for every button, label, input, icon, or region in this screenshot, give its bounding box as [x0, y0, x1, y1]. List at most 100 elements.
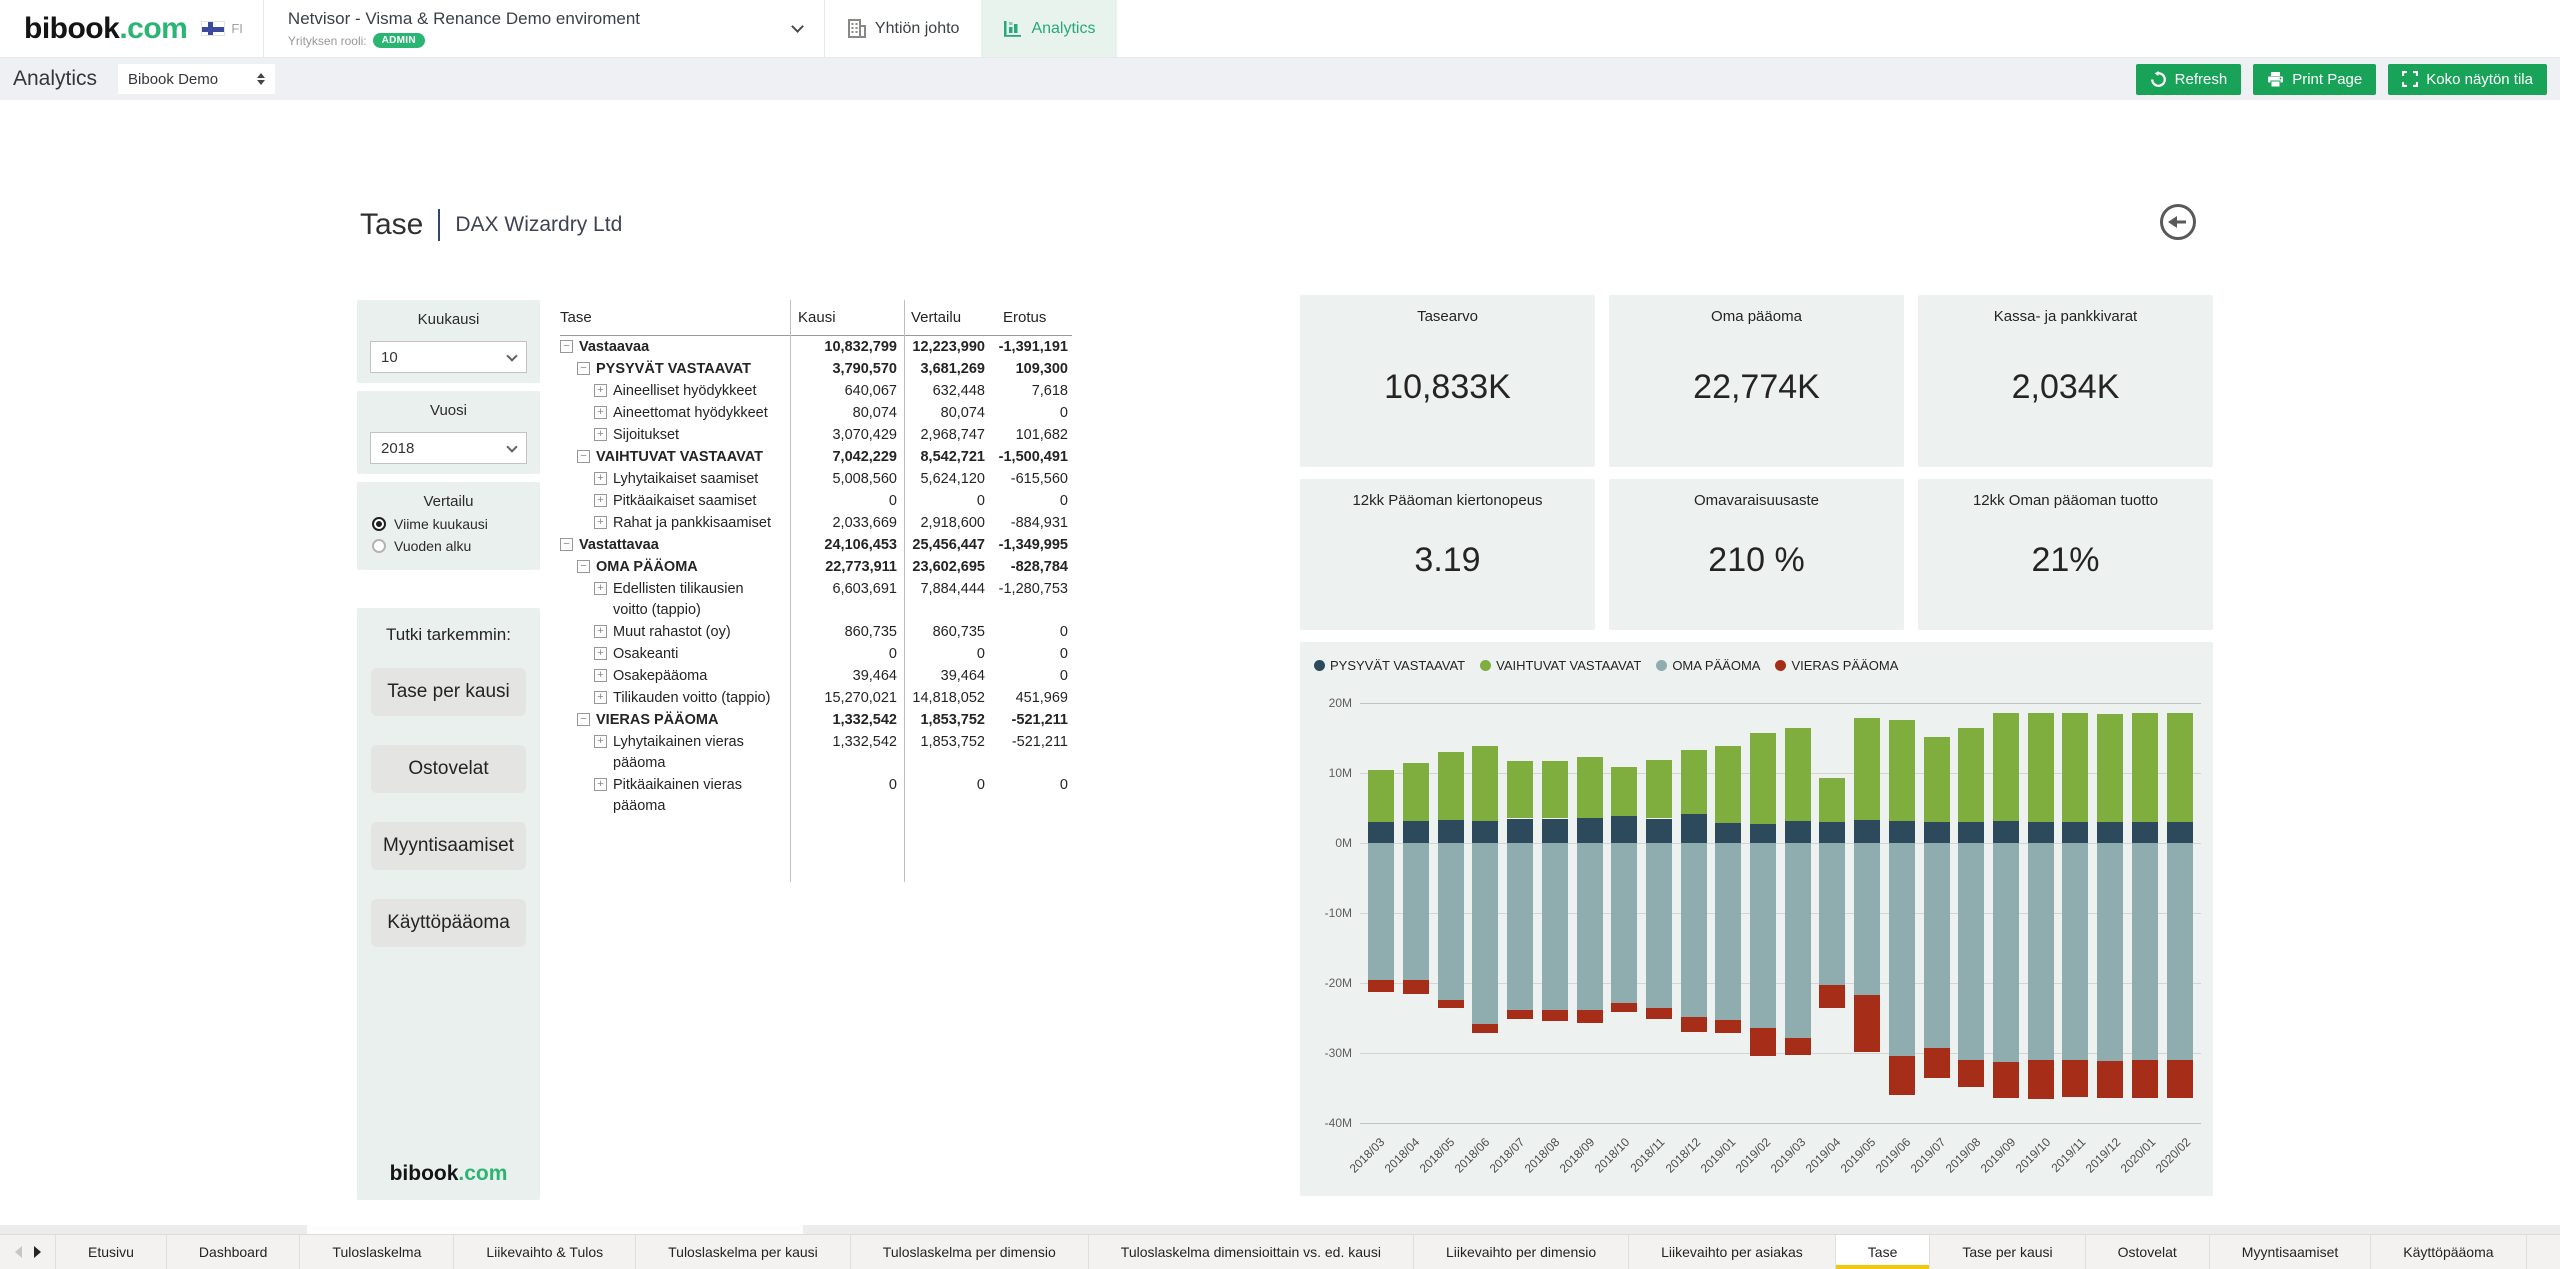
bar-2018-12[interactable]: [1676, 703, 1711, 1123]
segment-vieras-p-oma[interactable]: [1611, 1003, 1637, 1012]
segment-vaihtuvat-vastaavat[interactable]: [2167, 713, 2193, 822]
segment-oma-p-oma[interactable]: [1681, 843, 1707, 1017]
expand-icon[interactable]: +: [594, 384, 607, 397]
segment-vieras-p-oma[interactable]: [1403, 980, 1429, 994]
bottom-tab-tuloslaskelma-per-dimensio[interactable]: Tuloslaskelma per dimensio: [851, 1235, 1089, 1269]
segment-pysyv-t-vastaavat[interactable]: [1993, 821, 2019, 843]
expand-icon[interactable]: +: [594, 647, 607, 660]
expand-icon[interactable]: +: [594, 778, 607, 791]
segment-vaihtuvat-vastaavat[interactable]: [1854, 718, 1880, 820]
bottom-tab-liikevaihto-tulos[interactable]: Liikevaihto & Tulos: [454, 1235, 636, 1269]
language-selector[interactable]: FI: [201, 0, 243, 57]
scroll-tabs-left-icon[interactable]: [15, 1246, 22, 1258]
segment-pysyv-t-vastaavat[interactable]: [1611, 816, 1637, 843]
segment-vieras-p-oma[interactable]: [1958, 1060, 1984, 1087]
horizontal-scrollbar[interactable]: [0, 1225, 2560, 1234]
segment-pysyv-t-vastaavat[interactable]: [1715, 823, 1741, 843]
bar-2018-10[interactable]: [1607, 703, 1642, 1123]
segment-oma-p-oma[interactable]: [1889, 843, 1915, 1056]
segment-vaihtuvat-vastaavat[interactable]: [1785, 728, 1811, 820]
table-row-pitk-aikaiset-saamiset[interactable]: +Pitkäaikaiset saamiset000: [560, 490, 1072, 512]
bottom-tab-tase[interactable]: Tase: [1836, 1235, 1931, 1269]
segment-vieras-p-oma[interactable]: [1472, 1024, 1498, 1034]
segment-pysyv-t-vastaavat[interactable]: [1681, 814, 1707, 843]
segment-oma-p-oma[interactable]: [2097, 843, 2123, 1061]
segment-pysyv-t-vastaavat[interactable]: [1750, 824, 1776, 843]
table-row-tilikauden-voitto-tappio[interactable]: +Tilikauden voitto (tappio)15,270,02114,…: [560, 687, 1072, 709]
segment-pysyv-t-vastaavat[interactable]: [1577, 818, 1603, 843]
segment-pysyv-t-vastaavat[interactable]: [1403, 821, 1429, 843]
bar-2018-09[interactable]: [1572, 703, 1607, 1123]
bar-2019-07[interactable]: [1919, 703, 1954, 1123]
expand-icon[interactable]: +: [594, 625, 607, 638]
table-row-oma-p-oma[interactable]: −OMA PÄÄOMA22,773,91123,602,695-828,784: [560, 556, 1072, 578]
segment-vaihtuvat-vastaavat[interactable]: [1924, 737, 1950, 822]
expand-icon[interactable]: +: [594, 516, 607, 529]
bar-2018-11[interactable]: [1642, 703, 1677, 1123]
segment-oma-p-oma[interactable]: [1542, 843, 1568, 1010]
collapse-icon[interactable]: −: [577, 713, 590, 726]
bottom-tab-liikevaihto-per-asiakas[interactable]: Liikevaihto per asiakas: [1629, 1235, 1836, 1269]
radio-selected-icon[interactable]: [372, 517, 386, 531]
segment-oma-p-oma[interactable]: [1819, 843, 1845, 985]
legend-item-oma-p-oma[interactable]: OMA PÄÄOMA: [1656, 658, 1760, 673]
fullscreen-button[interactable]: Koko näytön tila: [2388, 64, 2547, 95]
segment-pysyv-t-vastaavat[interactable]: [2028, 822, 2054, 843]
bottom-tab-tuloslaskelma-dimensioittain-vs-ed-kausi[interactable]: Tuloslaskelma dimensioittain vs. ed. kau…: [1089, 1235, 1414, 1269]
expand-icon[interactable]: +: [594, 406, 607, 419]
segment-vaihtuvat-vastaavat[interactable]: [1472, 746, 1498, 821]
table-row-vaihtuvat-vastaavat[interactable]: −VAIHTUVAT VASTAAVAT7,042,2298,542,721-1…: [560, 446, 1072, 468]
segment-vaihtuvat-vastaavat[interactable]: [1368, 770, 1394, 822]
segment-vieras-p-oma[interactable]: [1507, 1010, 1533, 1019]
bar-2018-07[interactable]: [1503, 703, 1538, 1123]
bar-2019-02[interactable]: [1746, 703, 1781, 1123]
expand-icon[interactable]: +: [594, 691, 607, 704]
segment-oma-p-oma[interactable]: [2167, 843, 2193, 1060]
bar-2019-11[interactable]: [2058, 703, 2093, 1123]
nav-analytics[interactable]: Analytics: [981, 0, 1117, 57]
segment-oma-p-oma[interactable]: [1924, 843, 1950, 1048]
explore-button-k-ytt-p-oma[interactable]: Käyttöpääoma: [371, 899, 526, 947]
radio-option-viime-kuukausi[interactable]: Viime kuukausi: [357, 516, 540, 532]
segment-pysyv-t-vastaavat[interactable]: [1542, 819, 1568, 844]
table-row-edellisten-tilikausien-voitto-tappio[interactable]: +Edellisten tilikausien voitto (tappio)6…: [560, 578, 1072, 621]
bar-2019-01[interactable]: [1711, 703, 1746, 1123]
segment-oma-p-oma[interactable]: [1507, 843, 1533, 1010]
bottom-tab-myyntisaamiset[interactable]: Myyntisaamiset: [2210, 1235, 2371, 1269]
table-row-osakeanti[interactable]: +Osakeanti000: [560, 643, 1072, 665]
table-row-vastattavaa[interactable]: −Vastattavaa24,106,45325,456,447-1,349,9…: [560, 534, 1072, 556]
collapse-icon[interactable]: −: [560, 538, 573, 551]
segment-oma-p-oma[interactable]: [2062, 843, 2088, 1060]
bar-2019-05[interactable]: [1850, 703, 1885, 1123]
segment-oma-p-oma[interactable]: [1993, 843, 2019, 1062]
segment-pysyv-t-vastaavat[interactable]: [1889, 821, 1915, 843]
workspace-select[interactable]: Bibook Demo: [118, 64, 275, 94]
bottom-tab-tase-per-kausi[interactable]: Tase per kausi: [1930, 1235, 2085, 1269]
segment-pysyv-t-vastaavat[interactable]: [1785, 821, 1811, 843]
bottom-tab-ostovelat[interactable]: Ostovelat: [2086, 1235, 2210, 1269]
segment-vaihtuvat-vastaavat[interactable]: [1681, 750, 1707, 814]
segment-pysyv-t-vastaavat[interactable]: [1924, 822, 1950, 843]
expand-icon[interactable]: +: [594, 735, 607, 748]
segment-vaihtuvat-vastaavat[interactable]: [1750, 733, 1776, 824]
nav-company-management[interactable]: Yhtiön johto: [825, 0, 982, 57]
bar-2019-09[interactable]: [1989, 703, 2024, 1123]
segment-vieras-p-oma[interactable]: [1819, 985, 1845, 1008]
segment-vaihtuvat-vastaavat[interactable]: [1993, 713, 2019, 822]
bar-2019-06[interactable]: [1885, 703, 1920, 1123]
bar-2019-10[interactable]: [2023, 703, 2058, 1123]
segment-pysyv-t-vastaavat[interactable]: [1472, 821, 1498, 843]
segment-vieras-p-oma[interactable]: [1715, 1020, 1741, 1033]
radio-option-vuoden-alku[interactable]: Vuoden alku: [357, 538, 540, 554]
segment-vaihtuvat-vastaavat[interactable]: [1889, 720, 1915, 821]
segment-oma-p-oma[interactable]: [1646, 843, 1672, 1008]
segment-oma-p-oma[interactable]: [1785, 843, 1811, 1038]
collapse-icon[interactable]: −: [577, 362, 590, 375]
segment-vaihtuvat-vastaavat[interactable]: [1958, 728, 1984, 823]
expand-icon[interactable]: +: [594, 494, 607, 507]
explore-button-ostovelat[interactable]: Ostovelat: [371, 745, 526, 793]
bar-2019-12[interactable]: [2093, 703, 2128, 1123]
segment-oma-p-oma[interactable]: [2028, 843, 2054, 1060]
bar-2018-04[interactable]: [1399, 703, 1434, 1123]
segment-vaihtuvat-vastaavat[interactable]: [2062, 713, 2088, 822]
